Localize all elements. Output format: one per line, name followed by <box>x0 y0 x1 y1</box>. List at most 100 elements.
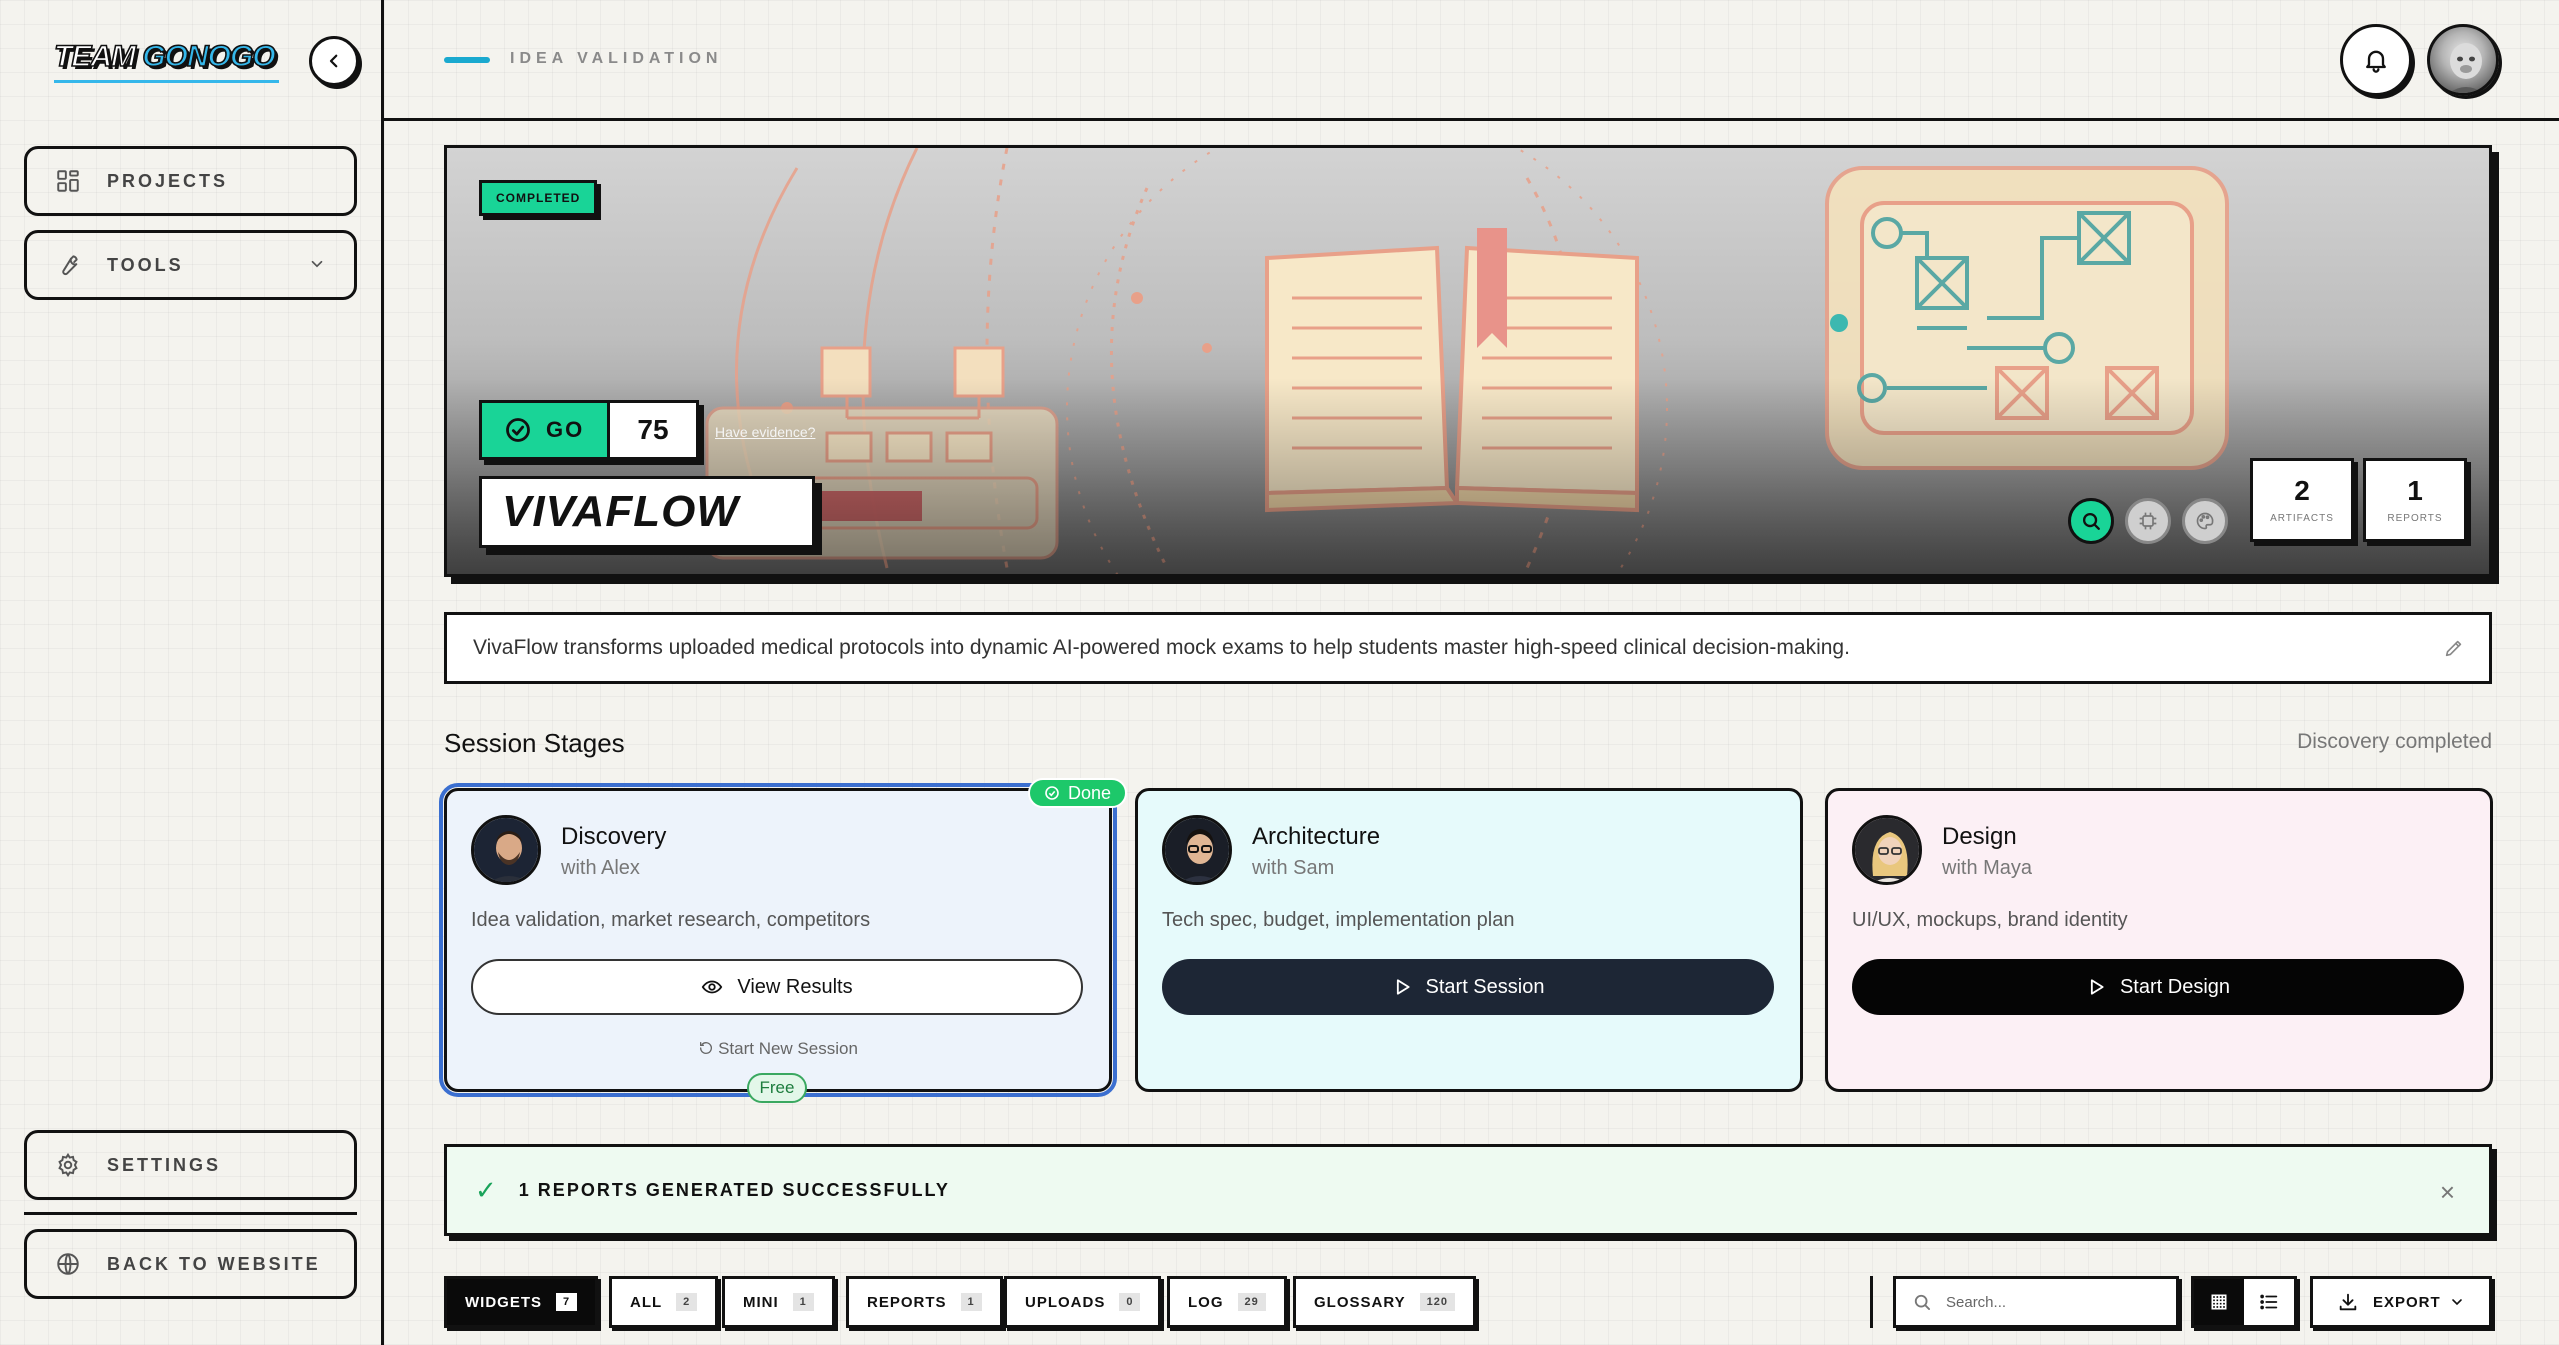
eye-icon <box>702 980 723 994</box>
stage-card-discovery[interactable]: Discovery with Alex Idea validation, mar… <box>439 783 1117 1097</box>
start-session-button[interactable]: Start Session <box>1162 959 1774 1015</box>
collapse-sidebar-button[interactable] <box>309 36 359 86</box>
logo-text-gonogo: GONOGO <box>142 39 277 74</box>
tab-label: LOG <box>1188 1293 1224 1311</box>
rotate-ccw-icon <box>700 1042 713 1054</box>
tab-glossary[interactable]: GLOSSARY 120 <box>1293 1276 1476 1328</box>
artifacts-count: 2 <box>2294 475 2310 506</box>
free-badge: Free <box>747 1073 807 1103</box>
team-gonogo-logo[interactable]: TEAM GONOGO <box>53 39 277 74</box>
nav-back-to-website[interactable]: BACK TO WEBSITE <box>24 1229 357 1299</box>
user-avatar[interactable] <box>2427 24 2499 96</box>
reports-stat[interactable]: 1 REPORTS <box>2363 458 2467 542</box>
tab-label: GLOSSARY <box>1314 1293 1406 1311</box>
breadcrumb: IDEA VALIDATION <box>510 50 723 67</box>
tab-label: MINI <box>743 1293 779 1311</box>
project-hero: COMPLETED GO 75 Have evidence? VIVAFLOW … <box>444 145 2492 577</box>
chevron-left-icon <box>329 54 338 68</box>
tab-label: UPLOADS <box>1025 1293 1106 1311</box>
description-text: VivaFlow transforms uploaded medical pro… <box>473 636 1850 659</box>
toolbar-divider <box>1870 1276 1873 1328</box>
tab-count: 120 <box>1419 1293 1455 1311</box>
project-title: VIVAFLOW <box>479 476 815 548</box>
gear-icon <box>53 1150 83 1180</box>
chip-icon <box>2139 512 2157 530</box>
stage-description: UI/UX, mockups, brand identity <box>1852 909 2128 931</box>
check-icon: ✓ <box>475 1174 499 1205</box>
download-icon <box>2339 1293 2357 1311</box>
tab-reports[interactable]: REPORTS 1 <box>846 1276 1003 1328</box>
stage-card-architecture[interactable]: Architecture with Sam Tech spec, budget,… <box>1135 788 1803 1092</box>
stage-host: with Maya <box>1942 857 2033 879</box>
search-input[interactable] <box>1946 1293 2166 1311</box>
start-new-session-label: Start New Session <box>718 1039 858 1058</box>
play-icon <box>2090 979 2104 995</box>
logo-underline <box>54 80 279 83</box>
start-design-label: Start Design <box>2119 975 2231 998</box>
design-stage-button[interactable] <box>2182 498 2228 544</box>
header-divider <box>384 118 2559 121</box>
session-stages-heading: Session Stages <box>444 728 625 758</box>
export-button[interactable]: EXPORT <box>2310 1276 2492 1328</box>
done-badge-label: Done <box>1068 782 1112 803</box>
nav-projects[interactable]: PROJECTS <box>24 146 357 216</box>
artifacts-label: ARTIFACTS <box>2270 513 2334 524</box>
tab-count: 7 <box>556 1293 578 1311</box>
nav-tools[interactable]: TOOLS <box>24 230 357 300</box>
tab-count: 0 <box>1119 1293 1141 1311</box>
stage-name: Discovery <box>561 823 667 850</box>
grid-icon <box>53 166 83 196</box>
stage-description: Tech spec, budget, implementation plan <box>1162 909 1515 931</box>
wrench-icon <box>53 250 83 280</box>
tab-uploads[interactable]: UPLOADS 0 <box>1004 1276 1162 1328</box>
reports-count: 1 <box>2407 475 2423 506</box>
stage-description: Idea validation, market research, compet… <box>471 909 871 931</box>
chevron-down-icon <box>311 260 323 268</box>
verdict-score-box[interactable]: GO 75 <box>479 400 699 460</box>
check-circle-icon <box>506 418 530 442</box>
avatar-alex <box>471 815 541 885</box>
session-stages-status: Discovery completed <box>2297 730 2492 753</box>
tab-log[interactable]: LOG 29 <box>1167 1276 1287 1328</box>
view-toggle[interactable] <box>2191 1276 2297 1328</box>
verdict-label: GO <box>546 417 585 442</box>
nav-settings-label: SETTINGS <box>107 1154 222 1175</box>
nav-tools-label: TOOLS <box>107 254 184 275</box>
success-message: 1 REPORTS GENERATED SUCCESSFULLY <box>518 1179 950 1200</box>
palette-icon <box>2196 512 2214 530</box>
play-icon <box>1396 979 1410 995</box>
view-results-label: View Results <box>737 975 853 998</box>
start-new-session-link[interactable]: Start New Session <box>447 1039 1109 1059</box>
search-icon <box>1914 1294 1930 1310</box>
list-view-button[interactable] <box>2244 1279 2294 1325</box>
stage-host: with Sam <box>1252 857 1335 879</box>
search-box[interactable] <box>1893 1276 2179 1328</box>
stage-card-design[interactable]: Design with Maya UI/UX, mockups, brand i… <box>1825 788 2493 1092</box>
close-icon[interactable]: × <box>2440 1177 2457 1208</box>
stage-name: Architecture <box>1252 823 1381 850</box>
reports-label: REPORTS <box>2387 513 2443 524</box>
start-design-button[interactable]: Start Design <box>1852 959 2464 1015</box>
tab-label: ALL <box>630 1293 663 1311</box>
tab-label: WIDGETS <box>465 1293 542 1311</box>
status-badge: COMPLETED <box>479 180 598 216</box>
artifacts-stat[interactable]: 2 ARTIFACTS <box>2250 458 2354 542</box>
tab-label: REPORTS <box>867 1293 947 1311</box>
have-evidence-link[interactable]: Have evidence? <box>715 424 815 440</box>
grid-view-button[interactable] <box>2194 1279 2244 1325</box>
pencil-icon[interactable] <box>2443 637 2465 659</box>
research-search-button[interactable] <box>2068 498 2114 544</box>
notifications-button[interactable] <box>2340 24 2412 96</box>
start-session-label: Start Session <box>1425 975 1545 998</box>
view-results-button[interactable]: View Results <box>471 959 1083 1015</box>
tab-widgets[interactable]: WIDGETS 7 <box>444 1276 599 1328</box>
nav-settings[interactable]: SETTINGS <box>24 1130 357 1200</box>
project-description[interactable]: VivaFlow transforms uploaded medical pro… <box>444 612 2492 684</box>
tab-mini[interactable]: MINI 1 <box>722 1276 835 1328</box>
stage-host: with Alex <box>561 857 640 879</box>
nav-projects-label: PROJECTS <box>107 170 229 191</box>
tab-count: 1 <box>792 1293 814 1311</box>
nav-back-label: BACK TO WEBSITE <box>107 1253 321 1274</box>
architecture-stage-button[interactable] <box>2125 498 2171 544</box>
tab-all[interactable]: ALL 2 <box>609 1276 719 1328</box>
